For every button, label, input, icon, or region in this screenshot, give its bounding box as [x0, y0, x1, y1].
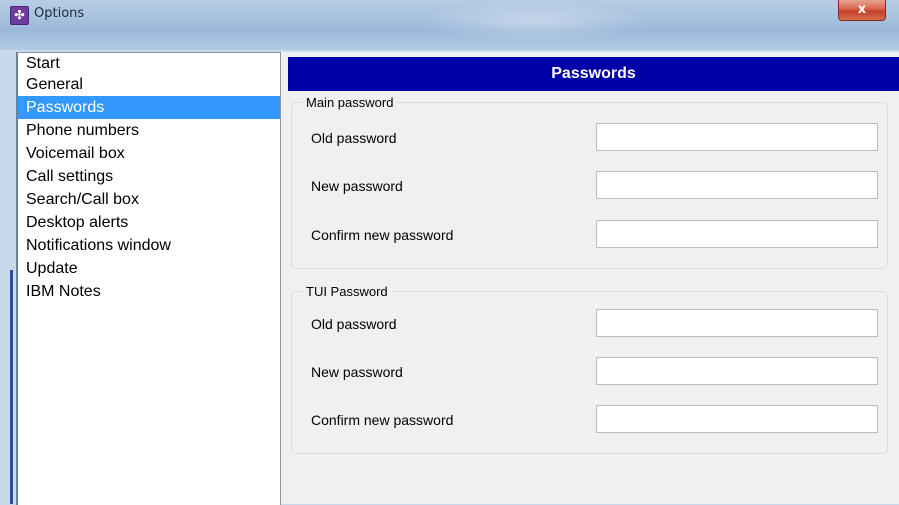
tui-old-password-label: Old password [311, 316, 397, 332]
category-item-label: General [26, 76, 83, 93]
main-password-legend: Main password [302, 95, 398, 110]
category-item-search-call-box[interactable]: Search/Call box [18, 188, 280, 211]
category-item-phone-numbers[interactable]: Phone numbers [18, 119, 280, 142]
category-item-label: Desktop alerts [26, 214, 129, 231]
category-item-label: Passwords [26, 99, 105, 116]
tui-password-legend: TUI Password [302, 284, 392, 299]
category-item-label: Update [26, 260, 78, 277]
tui-new-password-label: New password [311, 364, 403, 380]
window-title: Options [34, 6, 85, 21]
category-item-start[interactable]: Start [18, 53, 280, 73]
main-confirm-password-label: Confirm new password [311, 227, 454, 243]
main-old-password-input[interactable] [596, 123, 878, 151]
panel-title: Passwords [288, 57, 899, 91]
category-item-label: IBM Notes [26, 283, 101, 300]
frame-edge-strip [10, 270, 13, 504]
category-item-general[interactable]: General [18, 73, 280, 96]
settings-panel: Passwords Main password Old password New… [281, 52, 899, 504]
category-list[interactable]: Start General Passwords Phone numbers Vo… [16, 52, 281, 505]
tui-old-password-input[interactable] [596, 309, 878, 337]
main-confirm-password-input[interactable] [596, 220, 878, 248]
category-item-call-settings[interactable]: Call settings [18, 165, 280, 188]
tui-password-group: TUI Password Old password New password C… [291, 284, 888, 454]
category-item-label: Phone numbers [26, 122, 139, 139]
tui-confirm-password-label: Confirm new password [311, 412, 454, 428]
tui-confirm-password-input[interactable] [596, 405, 878, 433]
category-item-label: Call settings [26, 168, 114, 185]
category-item-passwords[interactable]: Passwords [18, 96, 280, 119]
main-new-password-input[interactable] [596, 171, 878, 199]
category-item-notifications-window[interactable]: Notifications window [18, 234, 280, 257]
category-item-ibm-notes[interactable]: IBM Notes [18, 280, 280, 303]
main-password-group: Main password Old password New password … [291, 95, 888, 269]
category-item-label: Search/Call box [26, 191, 139, 208]
category-item-label: Notifications window [26, 237, 171, 254]
main-old-password-label: Old password [311, 130, 397, 146]
window-title-bar[interactable]: ✣ Options x [0, 0, 899, 50]
category-item-desktop-alerts[interactable]: Desktop alerts [18, 211, 280, 234]
category-item-voicemail-box[interactable]: Voicemail box [18, 142, 280, 165]
tui-new-password-input[interactable] [596, 357, 878, 385]
close-button[interactable]: x [838, 0, 886, 21]
main-new-password-label: New password [311, 178, 403, 194]
title-bar-glare [420, 2, 650, 42]
window-left-frame [9, 50, 16, 504]
category-item-label: Voicemail box [26, 145, 125, 162]
app-icon: ✣ [10, 6, 29, 25]
category-item-label: Start [26, 55, 60, 72]
category-item-update[interactable]: Update [18, 257, 280, 280]
